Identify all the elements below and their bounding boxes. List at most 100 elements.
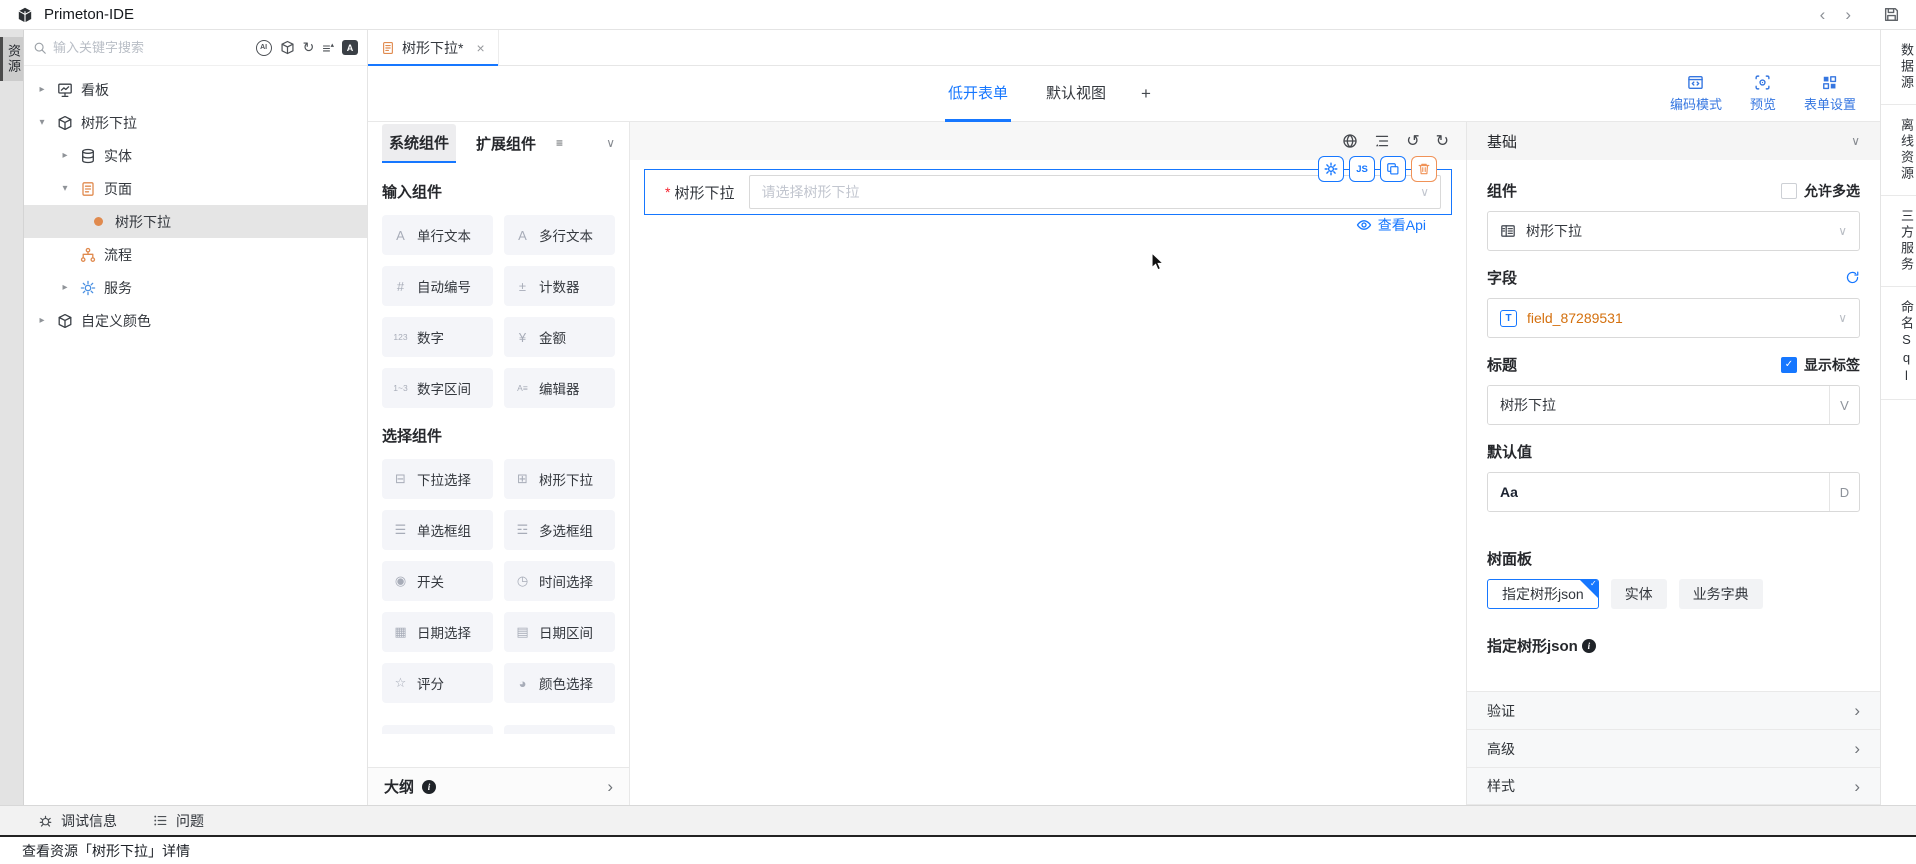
resources-vertical-tab[interactable]: 资源 bbox=[0, 37, 23, 81]
view-tab-default-view[interactable]: 默认视图 bbox=[1043, 66, 1109, 122]
tree-item-tree-dropdown-root[interactable]: 树形下拉 bbox=[24, 106, 367, 139]
chevron-down-icon[interactable] bbox=[59, 183, 71, 194]
chevron-right-icon[interactable] bbox=[607, 778, 613, 795]
allow-multi-select-checkbox[interactable]: 允许多选 bbox=[1781, 181, 1860, 201]
inspector-header-basic[interactable]: 基础 bbox=[1467, 122, 1880, 160]
accordion-advanced[interactable]: 高级 bbox=[1467, 729, 1880, 767]
palette-menu-icon[interactable] bbox=[556, 136, 563, 150]
palette-item-counter[interactable]: ±计数器 bbox=[504, 266, 615, 306]
tree-item-entity[interactable]: 实体 bbox=[24, 139, 367, 172]
clock-icon: ◷ bbox=[514, 573, 531, 589]
title-input[interactable] bbox=[1488, 386, 1829, 424]
tree-item-service[interactable]: 服务 bbox=[24, 271, 367, 304]
chevron-right-icon bbox=[1854, 740, 1860, 757]
palette-item-time-picker[interactable]: ◷时间选择 bbox=[504, 561, 615, 601]
refresh-icon[interactable] bbox=[303, 39, 315, 56]
accordion-validation[interactable]: 验证 bbox=[1467, 691, 1880, 729]
show-label-checkbox[interactable]: 显示标签 bbox=[1781, 355, 1860, 375]
palette-item-number[interactable]: 123数字 bbox=[382, 317, 493, 357]
component-delete-button[interactable] bbox=[1411, 156, 1437, 182]
problems-tab[interactable]: 问题 bbox=[153, 811, 204, 831]
back-icon[interactable]: ‹ bbox=[1820, 6, 1826, 23]
tab-third-party-service[interactable]: 三方服务 bbox=[1881, 196, 1916, 287]
view-api-link[interactable]: 查看Api bbox=[1356, 215, 1426, 235]
tree-item-flow[interactable]: 流程 bbox=[24, 238, 367, 271]
chevron-down-icon[interactable] bbox=[1851, 134, 1860, 148]
default-data-button[interactable]: D bbox=[1829, 473, 1859, 511]
palette-item-auto-number[interactable]: #自动编号 bbox=[382, 266, 493, 306]
palette-item-switch[interactable]: ◉开关 bbox=[382, 561, 493, 601]
palette-item-number-range[interactable]: 1~3数字区间 bbox=[382, 368, 493, 408]
undo-icon[interactable] bbox=[1406, 131, 1419, 151]
palette-tabs: 系统组件 扩展组件 bbox=[368, 122, 629, 164]
form-settings-button[interactable]: 表单设置 bbox=[1804, 74, 1856, 113]
component-copy-button[interactable] bbox=[1380, 156, 1406, 182]
search-input[interactable] bbox=[53, 40, 250, 55]
component-js-button[interactable]: JS bbox=[1349, 156, 1375, 182]
palette-item-color-picker[interactable]: ◕颜色选择 bbox=[504, 663, 615, 703]
tab-data-source[interactable]: 数据源 bbox=[1881, 30, 1916, 105]
left-activity-strip: 资源 bbox=[0, 30, 24, 805]
i18n-globe-icon[interactable] bbox=[1342, 133, 1358, 149]
chevron-down-icon[interactable] bbox=[36, 117, 48, 128]
selected-tree-dropdown-component[interactable]: * 树形下拉 请选择树形下拉 JS bbox=[644, 169, 1452, 215]
palette-item-single-line-text[interactable]: A单行文本 bbox=[382, 215, 493, 255]
ai-icon[interactable] bbox=[256, 40, 272, 56]
chevron-right-icon[interactable] bbox=[36, 315, 48, 326]
currency-icon: ¥ bbox=[514, 330, 531, 345]
translate-icon[interactable] bbox=[342, 40, 358, 55]
view-tab-lowcode-form[interactable]: 低开表单 bbox=[945, 66, 1011, 122]
redo-icon[interactable] bbox=[1436, 131, 1449, 151]
default-value-input[interactable] bbox=[1488, 473, 1829, 511]
checkbox-unchecked-icon[interactable] bbox=[1781, 183, 1797, 199]
editor-tab-tree-dropdown[interactable]: 树形下拉* × bbox=[368, 30, 499, 65]
palette-item-editor[interactable]: A≡编辑器 bbox=[504, 368, 615, 408]
tree-item-page[interactable]: 页面 bbox=[24, 172, 367, 205]
component-action-buttons: JS bbox=[1318, 156, 1437, 182]
tab-offline-resource[interactable]: 离线资源 bbox=[1881, 105, 1916, 196]
chevron-right-icon[interactable] bbox=[59, 150, 71, 161]
preview-button[interactable]: 预览 bbox=[1750, 74, 1776, 113]
outline-footer[interactable]: 大纲 i bbox=[368, 767, 629, 805]
outline-icon[interactable] bbox=[1374, 133, 1390, 149]
tree-item-custom-color[interactable]: 自定义颜色 bbox=[24, 304, 367, 337]
title-input-group: V bbox=[1487, 385, 1860, 425]
palette-item-radio-group[interactable]: ☰单选框组 bbox=[382, 510, 493, 550]
tree-source-json-button[interactable]: 指定树形json ✓ bbox=[1487, 579, 1599, 609]
new-model-cube-icon[interactable] bbox=[280, 40, 295, 55]
tab-extended-components[interactable]: 扩展组件 bbox=[469, 125, 543, 162]
tree-source-dictionary-button[interactable]: 业务字典 bbox=[1679, 579, 1763, 609]
save-icon[interactable] bbox=[1883, 6, 1900, 23]
palette-item-date-range[interactable]: ▤日期区间 bbox=[504, 612, 615, 652]
chevron-right-icon[interactable] bbox=[59, 282, 71, 293]
code-mode-button[interactable]: 编码模式 bbox=[1670, 74, 1722, 113]
default-value-label: 默认值 bbox=[1487, 441, 1860, 462]
field-refresh-icon[interactable] bbox=[1845, 270, 1860, 285]
field-select[interactable]: field_87289531 bbox=[1487, 298, 1860, 338]
forward-icon[interactable]: › bbox=[1845, 6, 1851, 23]
add-view-button[interactable]: + bbox=[1141, 84, 1151, 104]
palette-item-checkbox-group[interactable]: ☲多选框组 bbox=[504, 510, 615, 550]
palette-item-rating[interactable]: ☆评分 bbox=[382, 663, 493, 703]
view-tabs: 低开表单 默认视图 + bbox=[630, 66, 1466, 122]
close-icon[interactable]: × bbox=[476, 40, 484, 56]
chevron-down-icon[interactable] bbox=[606, 136, 615, 150]
palette-item-amount[interactable]: ¥金额 bbox=[504, 317, 615, 357]
palette-item-tree-dropdown[interactable]: ⊞树形下拉 bbox=[504, 459, 615, 499]
tree-item-tree-dropdown-page[interactable]: 树形下拉 bbox=[24, 205, 367, 238]
collapse-sort-icon[interactable] bbox=[322, 40, 334, 56]
component-type-select[interactable]: 树形下拉 bbox=[1487, 211, 1860, 251]
debug-info-tab[interactable]: 调试信息 bbox=[38, 811, 117, 831]
chevron-right-icon[interactable] bbox=[36, 84, 48, 95]
palette-item-date-picker[interactable]: ▦日期选择 bbox=[382, 612, 493, 652]
tree-source-entity-button[interactable]: 实体 bbox=[1611, 579, 1667, 609]
component-settings-button[interactable] bbox=[1318, 156, 1344, 182]
palette-item-multi-line-text[interactable]: A多行文本 bbox=[504, 215, 615, 255]
checkbox-checked-icon[interactable] bbox=[1781, 357, 1797, 373]
palette-item-dropdown-select[interactable]: ⊟下拉选择 bbox=[382, 459, 493, 499]
title-variable-button[interactable]: V bbox=[1829, 386, 1859, 424]
tab-named-sql[interactable]: 命名Sql bbox=[1881, 287, 1916, 400]
tab-system-components[interactable]: 系统组件 bbox=[382, 124, 456, 163]
tree-item-board[interactable]: 看板 bbox=[24, 73, 367, 106]
accordion-style[interactable]: 样式 bbox=[1467, 767, 1880, 805]
